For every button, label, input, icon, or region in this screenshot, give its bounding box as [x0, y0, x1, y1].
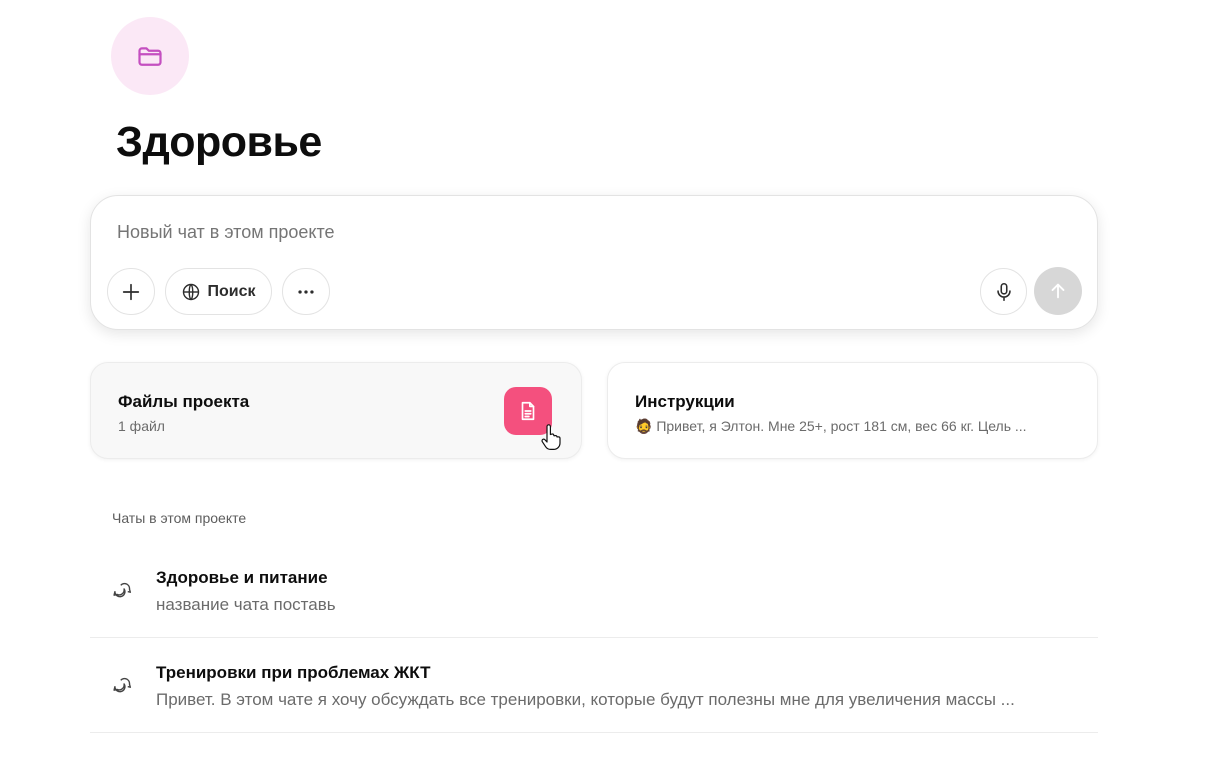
search-button[interactable]: Поиск — [165, 268, 272, 315]
chat-bubbles-icon — [113, 582, 132, 598]
composer: Поиск — [90, 195, 1098, 330]
page-title: Здоровье — [116, 118, 322, 166]
send-button[interactable] — [1034, 267, 1082, 315]
globe-icon — [183, 283, 200, 300]
chat-list-item[interactable]: Тренировки при проблемах ЖКТ Привет. В э… — [90, 638, 1098, 733]
bearded-person-emoji-icon: 🧔 — [635, 418, 653, 434]
chat-list-item[interactable]: Здоровье и питание название чата поставь — [90, 543, 1098, 638]
chat-title: Тренировки при проблемах ЖКТ — [156, 663, 431, 682]
project-avatar[interactable] — [111, 17, 189, 95]
add-attachment-button[interactable] — [107, 268, 155, 315]
chat-preview: название чата поставь — [156, 595, 336, 614]
dictation-button[interactable] — [980, 268, 1027, 315]
project-files-title: Файлы проекта — [118, 392, 250, 411]
instructions-preview-text: Привет, я Элтон. Мне 25+, рост 181 см, в… — [656, 418, 1027, 434]
project-files-count: 1 файл — [118, 418, 165, 434]
instructions-card[interactable]: Инструкции 🧔 Привет, я Элтон. Мне 25+, р… — [607, 362, 1098, 459]
hand-cursor-icon — [541, 424, 561, 450]
microphone-icon — [996, 282, 1011, 301]
chat-preview: Привет. В этом чате я хочу обсуждать все… — [156, 690, 1015, 709]
new-chat-input[interactable] — [117, 222, 917, 243]
project-files-card[interactable]: Файлы проекта 1 файл — [90, 362, 582, 459]
chat-title: Здоровье и питание — [156, 568, 328, 587]
plus-icon — [122, 283, 140, 300]
folder-icon — [138, 47, 162, 66]
search-button-label: Поиск — [207, 282, 256, 300]
chats-section-heading: Чаты в этом проекте — [112, 510, 247, 526]
instructions-title: Инструкции — [635, 392, 735, 411]
arrow-up-icon — [1051, 283, 1065, 299]
instructions-preview: 🧔 Привет, я Элтон. Мне 25+, рост 181 см,… — [635, 418, 1027, 435]
more-icon — [298, 289, 314, 294]
document-icon — [521, 401, 535, 421]
chat-bubbles-icon — [113, 677, 132, 693]
more-options-button[interactable] — [282, 268, 330, 315]
